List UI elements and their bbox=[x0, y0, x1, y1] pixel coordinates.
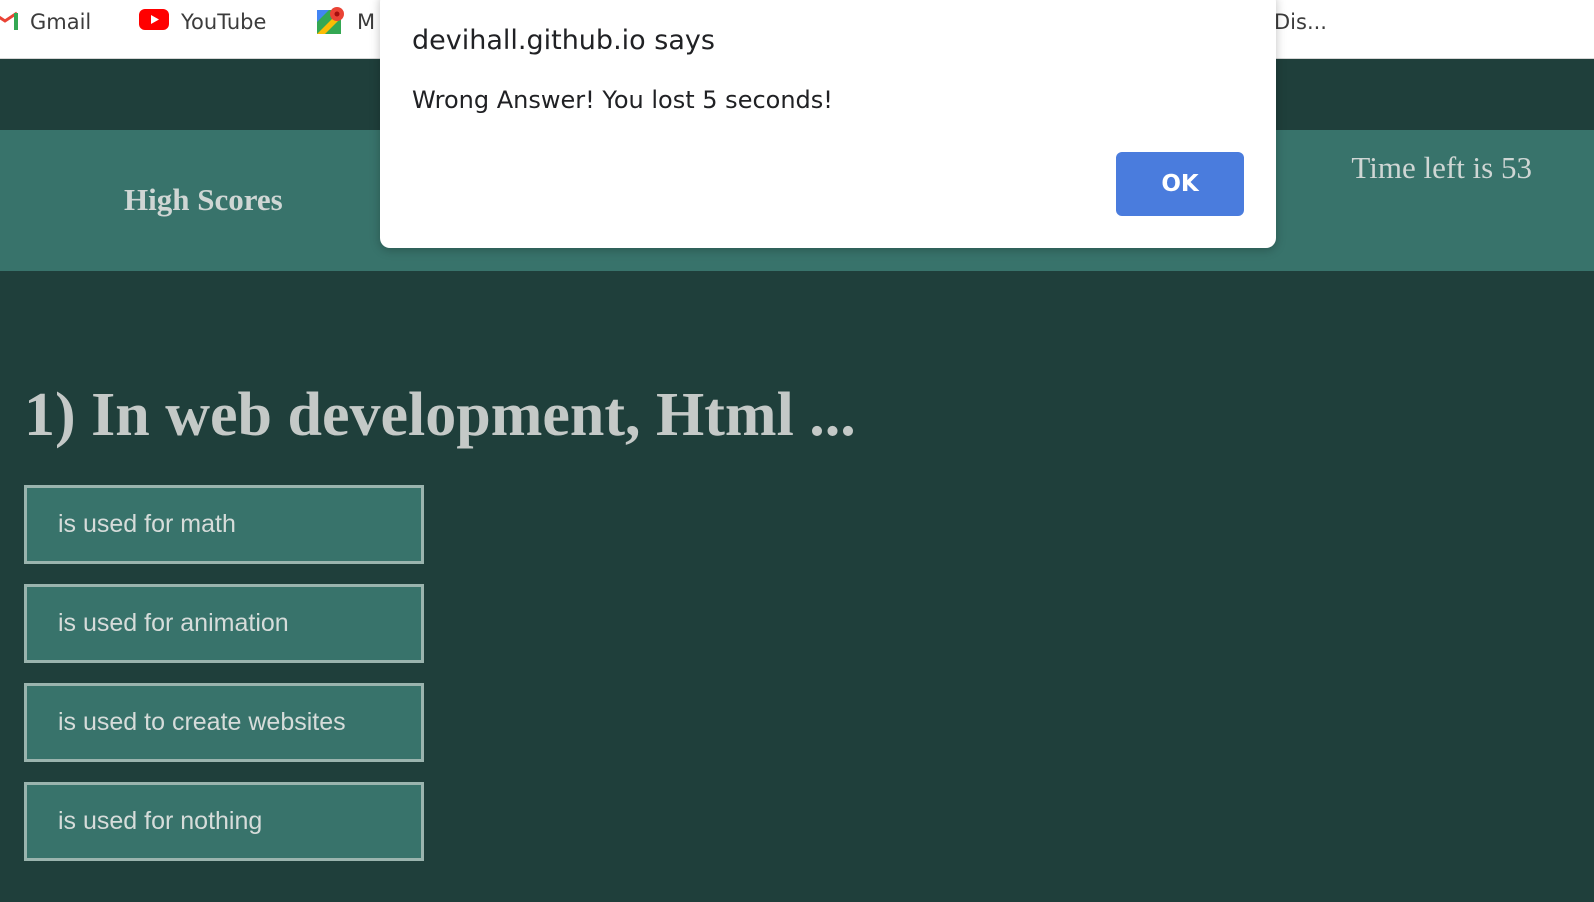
bookmark-maps[interactable]: M bbox=[317, 6, 376, 39]
answer-list: is used for math is used for animation i… bbox=[24, 485, 424, 881]
answer-button-1[interactable]: is used for math bbox=[24, 485, 424, 564]
time-left: Time left is 53 bbox=[1351, 150, 1532, 185]
question-title: 1) In web development, Html ... bbox=[24, 381, 856, 449]
high-scores-link[interactable]: High Scores bbox=[124, 182, 283, 218]
maps-icon bbox=[317, 6, 345, 39]
dialog-title: devihall.github.io says bbox=[412, 25, 715, 56]
bookmark-label: Dis... bbox=[1274, 10, 1327, 34]
bookmark-label: Gmail bbox=[30, 10, 92, 34]
bookmark-gmail[interactable]: Gmail bbox=[0, 8, 91, 36]
youtube-icon bbox=[139, 9, 169, 35]
bookmark-label: M bbox=[357, 10, 376, 34]
dialog-message: Wrong Answer! You lost 5 seconds! bbox=[412, 86, 833, 114]
answer-button-3[interactable]: is used to create websites bbox=[24, 683, 424, 762]
alert-dialog: devihall.github.io says Wrong Answer! Yo… bbox=[380, 0, 1276, 248]
ok-button[interactable]: OK bbox=[1116, 152, 1244, 216]
bookmark-label: YouTube bbox=[181, 10, 267, 34]
gmail-icon bbox=[0, 10, 18, 35]
bookmark-youtube[interactable]: YouTube bbox=[139, 8, 266, 36]
bookmark-more[interactable]: Dis... bbox=[1274, 8, 1327, 36]
answer-button-4[interactable]: is used for nothing bbox=[24, 782, 424, 861]
answer-button-2[interactable]: is used for animation bbox=[24, 584, 424, 663]
